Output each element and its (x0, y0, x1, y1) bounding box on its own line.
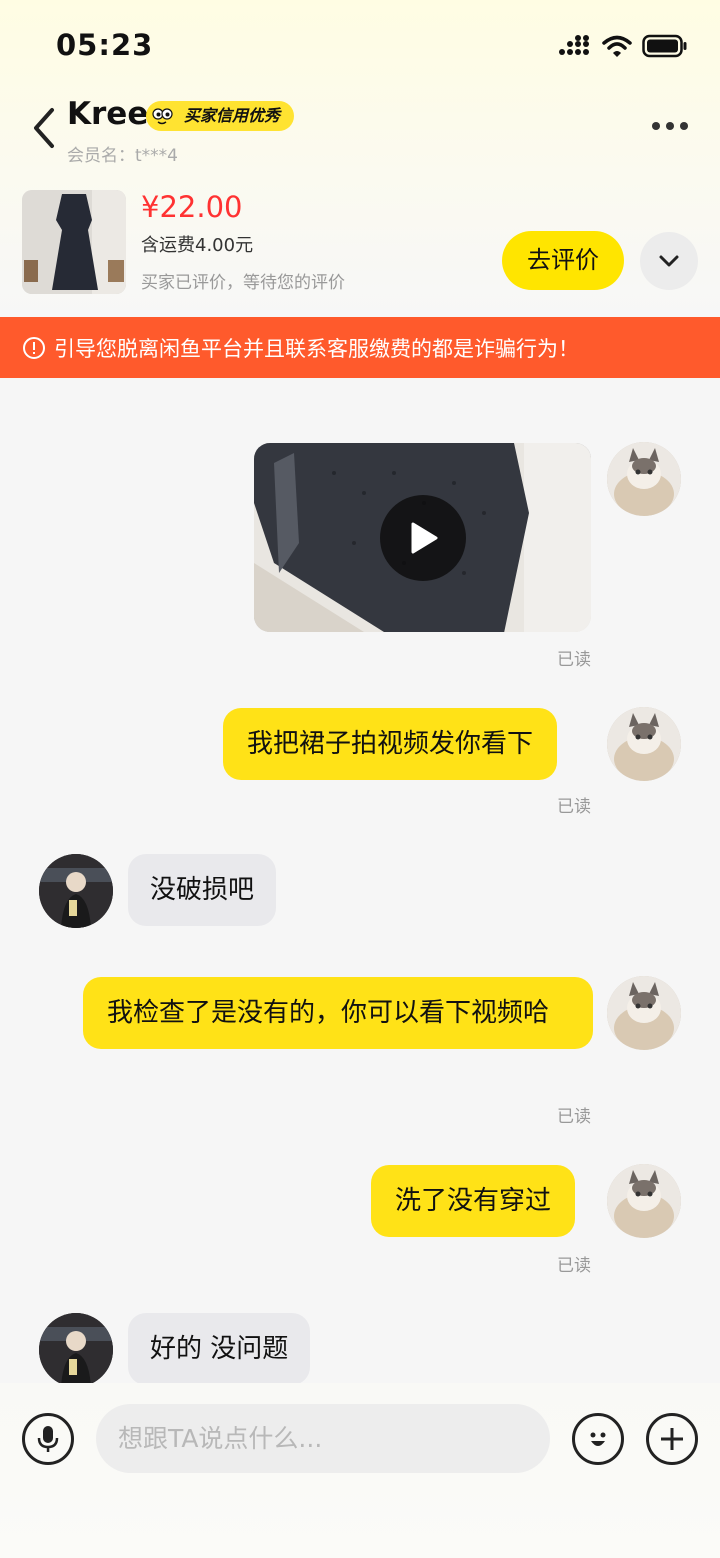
my-avatar[interactable] (607, 1164, 681, 1238)
expand-order-button[interactable] (640, 232, 698, 290)
alert-circle-icon (23, 336, 45, 359)
contact-avatar[interactable] (39, 854, 113, 928)
voice-button[interactable] (22, 1413, 74, 1465)
wifi-icon (602, 35, 632, 57)
emoji-icon (590, 1432, 606, 1446)
dress-image (22, 190, 126, 294)
read-status: 已读 (557, 1107, 591, 1127)
my-message[interactable]: 我把裙子拍视频发你看下 (223, 708, 558, 780)
my-avatar[interactable] (607, 442, 681, 516)
credit-badge: 买家信用优秀 (146, 101, 295, 131)
chat-messages[interactable]: 已读 我把裙子拍视频发你看下 已读 没破损吧 我检查了是没有的，你可以看下视频哈 (0, 378, 720, 1383)
cat-avatar-image (607, 976, 681, 1050)
order-status: 买家已评价，等待您的评价 (141, 273, 345, 293)
read-status: 已读 (557, 797, 591, 817)
contact-name: Kree (67, 96, 149, 132)
play-button[interactable] (380, 495, 466, 581)
status-bar: 05:23 (0, 0, 720, 90)
status-icons (558, 34, 688, 58)
cat-avatar-image (607, 707, 681, 781)
battery-icon (642, 34, 687, 58)
cellular-signal-icon (559, 35, 589, 55)
product-thumbnail[interactable] (22, 190, 126, 294)
warning-text: 引导您脱离闲鱼平台并且联系客服缴费的都是诈骗行为！ (54, 336, 579, 361)
user-avatar-image (39, 1313, 113, 1383)
fraud-warning-banner: 引导您脱离闲鱼平台并且联系客服缴费的都是诈骗行为！ (0, 317, 720, 378)
video-message[interactable] (254, 443, 591, 632)
play-icon (411, 522, 438, 554)
more-options-button[interactable] (652, 116, 692, 136)
my-avatar[interactable] (607, 707, 681, 781)
input-bar (0, 1383, 720, 1558)
chevron-down-icon (659, 255, 679, 267)
cat-avatar-image (607, 1164, 681, 1238)
review-button[interactable]: 去评价 (502, 231, 624, 290)
my-message[interactable]: 洗了没有穿过 (371, 1165, 576, 1237)
contact-avatar[interactable] (39, 1313, 113, 1383)
emoji-button[interactable] (572, 1413, 624, 1465)
microphone-icon (37, 1426, 59, 1452)
contact-message[interactable]: 没破损吧 (128, 854, 277, 926)
my-message[interactable]: 我检查了是没有的，你可以看下视频哈 (83, 977, 593, 1049)
more-dot (680, 122, 688, 130)
read-status: 已读 (557, 650, 591, 670)
more-actions-button[interactable] (646, 1413, 698, 1465)
more-dot (666, 122, 674, 130)
read-status: 已读 (557, 1256, 591, 1276)
cat-avatar-image (607, 442, 681, 516)
back-chevron-icon (34, 108, 54, 148)
status-time: 05:23 (56, 28, 154, 62)
member-name: 会员名：t***4 (67, 146, 178, 166)
user-avatar-image (39, 854, 113, 928)
more-dots-icon (652, 122, 660, 130)
plus-icon (661, 1428, 683, 1450)
my-avatar[interactable] (607, 976, 681, 1050)
credit-badge-label: 买家信用优秀 (184, 106, 281, 125)
contact-message[interactable]: 好的 没问题 (128, 1313, 311, 1383)
shipping-fee: 含运费4.00元 (141, 235, 254, 256)
product-price: ¥22.00 (141, 190, 243, 224)
back-button[interactable] (26, 106, 66, 150)
message-input[interactable] (96, 1404, 550, 1473)
fish-face-icon (150, 106, 174, 128)
